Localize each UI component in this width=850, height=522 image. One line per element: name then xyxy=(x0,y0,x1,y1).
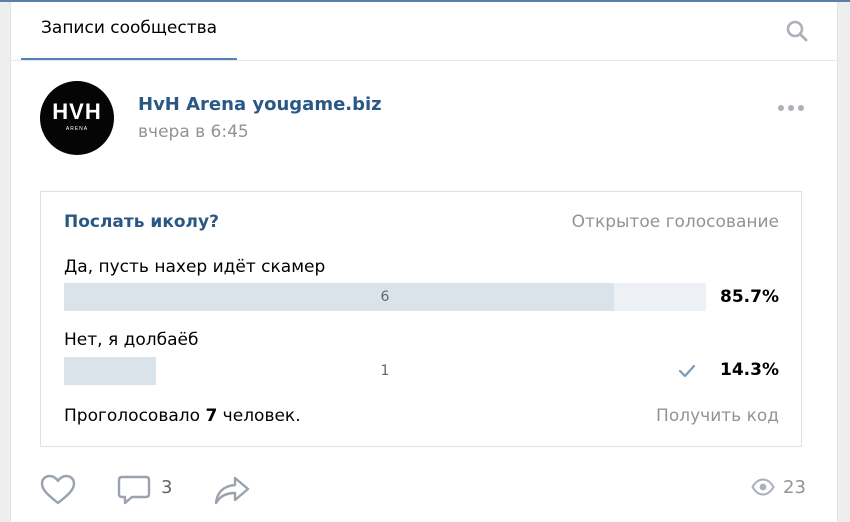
poll-answer-count: 6 xyxy=(380,289,390,305)
post-author-link[interactable]: HvH Arena yougame.biz xyxy=(138,94,382,115)
poll-type: Открытое голосование xyxy=(571,212,779,232)
views-count: 23 xyxy=(783,477,806,498)
post-actions: 3 23 xyxy=(10,466,836,510)
poll-answer-percent: 85.7% xyxy=(720,287,779,307)
comment-icon[interactable] xyxy=(117,474,151,506)
heart-icon[interactable] xyxy=(40,474,76,506)
voted-prefix: Проголосовало xyxy=(64,406,206,426)
poll-answer-bar[interactable]: 1 xyxy=(64,357,706,385)
avatar-logo-text: HVH xyxy=(52,99,102,124)
poll-answer-bar[interactable]: 6 xyxy=(64,283,706,311)
poll: Послать иколу? Открытое голосование Да, … xyxy=(40,191,802,447)
search-icon[interactable] xyxy=(785,19,809,43)
voted-suffix: человек. xyxy=(217,406,301,426)
poll-voted-summary[interactable]: Проголосовало 7 человек. xyxy=(64,406,301,426)
poll-answer-percent: 14.3% xyxy=(720,360,779,380)
tab-community-posts[interactable]: Записи сообщества xyxy=(21,2,238,60)
avatar-logo-sub: ARENA xyxy=(65,126,89,132)
post-date[interactable]: вчера в 6:45 xyxy=(138,122,249,142)
more-icon[interactable] xyxy=(776,103,806,113)
get-code-link[interactable]: Получить код xyxy=(656,406,779,426)
eye-icon xyxy=(751,478,775,496)
comment-count[interactable]: 3 xyxy=(161,477,172,498)
posts-header: Записи сообщества xyxy=(11,2,837,61)
voted-count: 7 xyxy=(205,406,218,426)
poll-answer-label: Да, пусть нахер идёт скамер xyxy=(64,257,326,277)
avatar[interactable]: HVH ARENA xyxy=(40,81,114,155)
check-icon xyxy=(678,364,696,378)
poll-answer-count: 1 xyxy=(380,363,390,379)
share-icon[interactable] xyxy=(213,474,251,506)
poll-question[interactable]: Послать иколу? xyxy=(64,212,219,232)
poll-answer-label: Нет, я долбаёб xyxy=(64,330,199,350)
